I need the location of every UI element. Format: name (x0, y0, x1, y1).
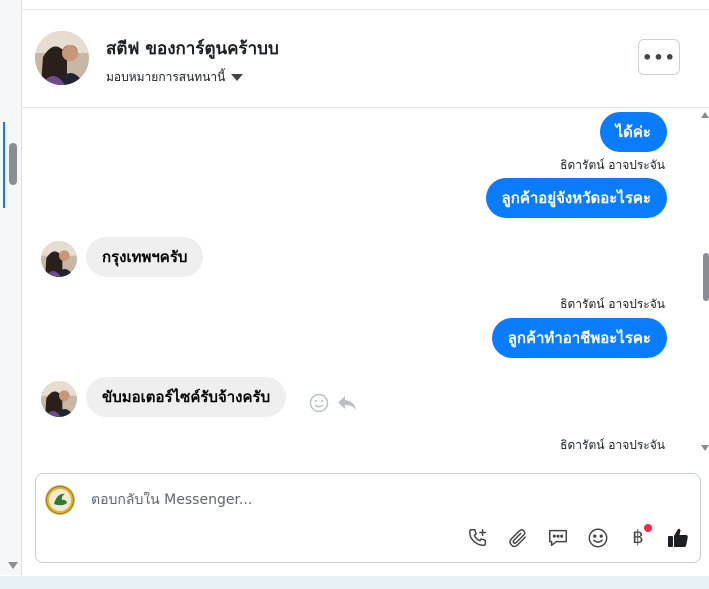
active-indicator (3, 122, 5, 208)
page-logo (45, 485, 75, 515)
sidebar-scroll-down-icon[interactable] (8, 562, 18, 569)
reply-input[interactable] (91, 492, 651, 508)
more-options-button[interactable]: ••• (638, 39, 680, 75)
scrollbar-thumb[interactable] (703, 253, 709, 301)
page-footer-band (0, 576, 709, 589)
baht-icon[interactable]: ฿ (626, 524, 652, 550)
message-bubble-incoming[interactable]: กรุงเทพฯครับ (86, 237, 204, 277)
sender-name: ธิดารัตน์ อาจประจัน (560, 438, 665, 452)
sender-name: ธิดารัตน์ อาจประจัน (560, 297, 665, 311)
emoji-icon[interactable] (586, 526, 610, 550)
attachment-icon[interactable] (506, 526, 530, 550)
message-thread[interactable]: ได้ค่ะ ธิดารัตน์ อาจประจัน ลูกค้าอยู่จัง… (22, 108, 694, 458)
thread-scrollbar[interactable] (699, 108, 709, 458)
assign-conversation-dropdown[interactable]: มอบหมายการสนทนานี้ (106, 68, 244, 87)
reply-icon[interactable] (337, 393, 357, 417)
contact-avatar[interactable] (35, 31, 89, 85)
like-icon[interactable] (666, 526, 690, 550)
message-bubble-incoming[interactable]: ขับมอเตอร์ไซค์รับจ้างครับ (86, 377, 287, 417)
scroll-down-icon[interactable] (701, 445, 709, 451)
left-sidebar-strip (0, 0, 22, 575)
notification-dot (644, 524, 652, 532)
scroll-up-icon[interactable] (701, 112, 709, 118)
contact-name[interactable]: สตีฟ ของการ์ตูนคร้าบบ (106, 35, 279, 62)
reply-composer: ฿ (35, 473, 701, 563)
sender-name: ธิดารัตน์ อาจประจัน (560, 158, 665, 172)
contact-message-avatar (41, 241, 77, 277)
call-add-icon[interactable] (466, 526, 490, 550)
composer-toolbar: ฿ (466, 524, 690, 550)
message-actions (309, 393, 357, 417)
message-bubble-outgoing[interactable]: ลูกค้าอยู่จังหวัดอะไรคะ (485, 178, 667, 218)
more-icon: ••• (642, 47, 676, 67)
conversation-header: สตีฟ ของการ์ตูนคร้าบบ มอบหมายการสนทนานี้… (22, 10, 709, 108)
sidebar-scrollbar-thumb[interactable] (9, 143, 17, 185)
saved-replies-icon[interactable] (546, 526, 570, 550)
assign-label: มอบหมายการสนทนานี้ (106, 70, 226, 84)
baht-symbol: ฿ (632, 527, 644, 548)
message-bubble-outgoing[interactable]: ลูกค้าทำอาชีพอะไรคะ (491, 318, 667, 358)
contact-message-avatar (41, 381, 77, 417)
chevron-down-icon (231, 74, 244, 81)
message-bubble-outgoing[interactable]: ได้ค่ะ (599, 112, 667, 152)
react-icon[interactable] (309, 393, 329, 417)
